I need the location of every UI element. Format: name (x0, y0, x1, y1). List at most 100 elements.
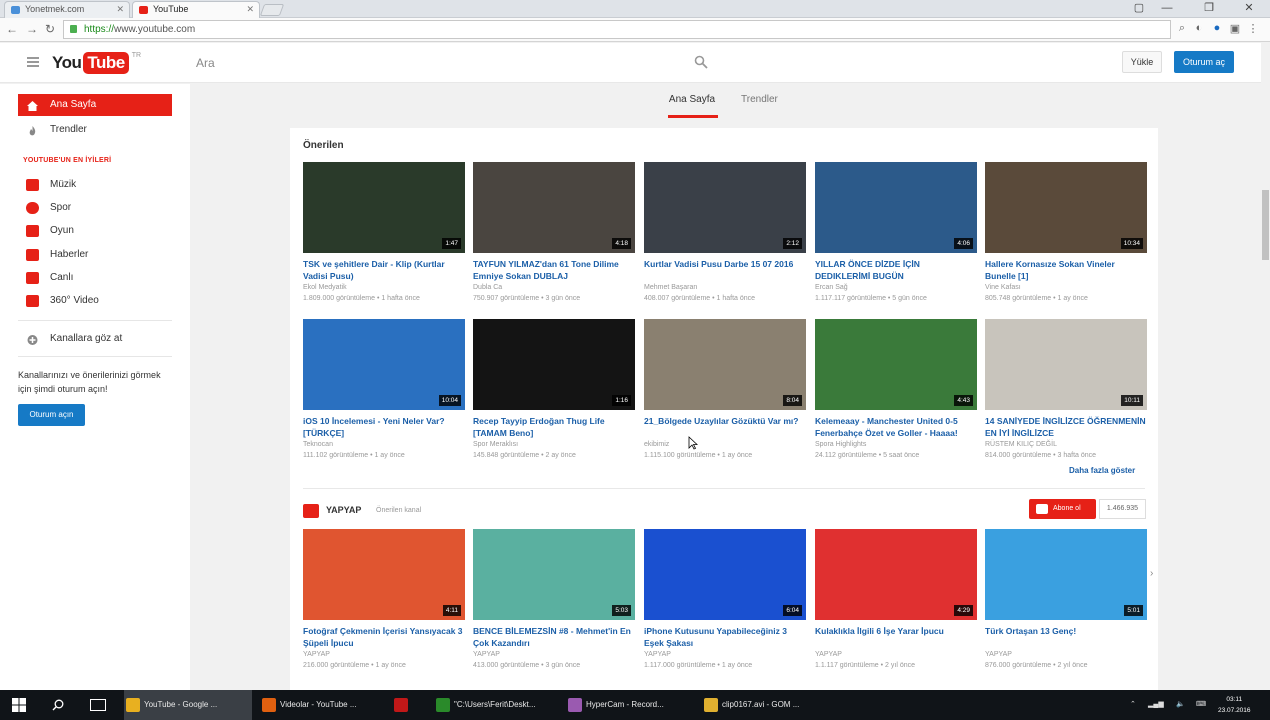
taskbar-app[interactable]: "C:\Users\Ferit\Deskt... (434, 690, 559, 720)
guide-menu-icon[interactable] (27, 57, 39, 67)
video-channel[interactable]: RÜSTEM KILIÇ DEĞİL (985, 441, 1057, 448)
video-card[interactable]: 4:18 TAYFUN YILMAZ'dan 61 Tone Dilime Emn… (473, 162, 635, 304)
video-title[interactable]: BENCE BİLEMEZSİN #8 - Mehmet'in En Çok K… (473, 625, 635, 649)
channel-avatar[interactable] (303, 504, 319, 518)
show-more-link[interactable]: Daha fazla göster (1069, 466, 1135, 475)
video-channel[interactable]: YAPYAP (985, 651, 1012, 658)
search-icon[interactable] (52, 699, 64, 711)
sidebar-item-music[interactable]: Müzik (18, 174, 172, 196)
page-scrollbar[interactable] (1261, 43, 1270, 690)
video-title[interactable]: YILLAR ÖNCE DİZDE İÇİN DEDIKLERİMİ BUGÜN (815, 258, 977, 282)
video-channel[interactable]: Spora Highlights (815, 441, 866, 448)
video-title[interactable]: Kurtlar Vadisi Pusu Darbe 15 07 2016 (644, 258, 806, 270)
video-thumbnail[interactable]: 10:34 (985, 162, 1147, 253)
video-thumbnail[interactable]: 6:04 (644, 529, 806, 620)
taskbar-app[interactable]: clip0167.avi - GOM ... (702, 690, 827, 720)
sidebar-item-live[interactable]: Canlı (18, 267, 172, 289)
video-title[interactable]: Türk Ortaşan 13 Genç! (985, 625, 1147, 637)
video-title[interactable]: TAYFUN YILMAZ'dan 61 Tone Dilime Emniye … (473, 258, 635, 282)
forward-icon[interactable]: → (24, 21, 40, 37)
video-title[interactable]: iOS 10 İncelemesi - Yeni Neler Var? [TÜR… (303, 415, 465, 439)
subscribe-button[interactable]: Abone ol (1029, 499, 1096, 519)
video-channel[interactable]: Mehmet Başaran (644, 284, 697, 291)
search-input[interactable]: Ara (190, 49, 720, 77)
close-tab-icon[interactable]: ✕ (116, 2, 124, 17)
video-title[interactable]: Kelemeaay - Manchester United 0-5 Fenerb… (815, 415, 977, 439)
minimize-icon[interactable]: — (1156, 0, 1178, 16)
video-channel[interactable]: YAPYAP (303, 651, 330, 658)
maximize-icon[interactable]: ❐ (1198, 0, 1220, 16)
video-thumbnail[interactable]: 2:12 (644, 162, 806, 253)
scrollbar-thumb[interactable] (1262, 190, 1269, 260)
video-title[interactable]: Hallere Kornasıze Sokan Vineler Bunelle … (985, 258, 1147, 282)
back-icon[interactable]: ← (4, 21, 20, 37)
network-icon[interactable]: ▂▄▆ (1148, 690, 1164, 720)
video-card[interactable]: 4:11 Fotoğraf Çekmenin İçerisi Yansıyacak… (303, 529, 465, 671)
sidebar-signin-button[interactable]: Oturum açın (18, 404, 85, 426)
video-thumbnail[interactable]: 5:03 (473, 529, 635, 620)
video-channel[interactable]: YAPYAP (644, 651, 671, 658)
signin-button[interactable]: Oturum aç (1174, 51, 1234, 73)
video-card[interactable]: 1:47 TSK ve şehitlere Dair - Klip (Kurtla… (303, 162, 465, 304)
browser-tab-youtube[interactable]: YouTube ✕ (132, 1, 260, 18)
video-card[interactable]: 4:43 Kelemeaay - Manchester United 0-5 Fe… (815, 319, 977, 461)
account-icon[interactable]: ● (1210, 22, 1224, 34)
video-card[interactable]: 5:03 BENCE BİLEMEZSİN #8 - Mehmet'in En Ç… (473, 529, 635, 671)
video-channel[interactable]: Vine Kafası (985, 284, 1021, 291)
video-title[interactable]: Recep Tayyip Erdoğan Thug Life [TAMAM Be… (473, 415, 635, 439)
sidebar-item-home[interactable]: Ana Sayfa (18, 94, 172, 116)
video-card[interactable]: 4:29 Kulaklıkla İlgili 6 İşe Yarar İpucu Y… (815, 529, 977, 671)
video-thumbnail[interactable]: 10:04 (303, 319, 465, 410)
taskbar-app[interactable]: Videolar - YouTube ... (260, 690, 385, 720)
taskbar-clock[interactable]: 03:11 23.07.2016 (1218, 694, 1251, 716)
taskbar-app[interactable] (392, 690, 422, 720)
task-view-icon[interactable] (90, 699, 106, 711)
zoom-icon[interactable]: ⌕ (1175, 22, 1189, 35)
sidebar-item-sports[interactable]: Spor (18, 197, 172, 219)
video-thumbnail[interactable]: 4:11 (303, 529, 465, 620)
upload-button[interactable]: Yükle (1122, 51, 1162, 73)
video-title[interactable]: iPhone Kutusunu Yapabileceğiniz 3 Eşek Ş… (644, 625, 806, 649)
shelf-next-arrow-icon[interactable]: › (1150, 568, 1153, 579)
video-channel[interactable]: YAPYAP (473, 651, 500, 658)
taskbar-app[interactable]: YouTube - Google ... (124, 690, 252, 720)
video-thumbnail[interactable]: 1:47 (303, 162, 465, 253)
youtube-logo[interactable]: You Tube TR (52, 52, 141, 74)
video-channel[interactable]: Ekol Medyatik (303, 284, 347, 291)
video-thumbnail[interactable]: 5:01 (985, 529, 1147, 620)
video-card[interactable]: 4:06 YILLAR ÖNCE DİZDE İÇİN DEDIKLERİMİ B… (815, 162, 977, 304)
sidebar-item-trending[interactable]: Trendler (18, 119, 172, 141)
video-title[interactable]: 14 SANİYEDE İNGİLİZCE ÖĞRENMENİN EN İYİ … (985, 415, 1147, 439)
video-card[interactable]: 6:04 iPhone Kutusunu Yapabileceğiniz 3 Eş… (644, 529, 806, 671)
tab-home[interactable]: Ana Sayfa (667, 90, 717, 110)
video-title[interactable]: 21_Bölgede Uzaylılar Gözüktü Var mı? (644, 415, 806, 427)
volume-icon[interactable]: 🔈 (1176, 690, 1185, 720)
video-title[interactable]: Fotoğraf Çekmenin İçerisi Yansıyacak 3 Ş… (303, 625, 465, 649)
video-thumbnail[interactable]: 8:04 (644, 319, 806, 410)
user-profile-icon[interactable]: ▢ (1128, 0, 1150, 16)
video-thumbnail[interactable]: 4:18 (473, 162, 635, 253)
video-thumbnail[interactable]: 10:11 (985, 319, 1147, 410)
video-channel[interactable]: Teknocan (303, 441, 333, 448)
video-thumbnail[interactable]: 4:06 (815, 162, 977, 253)
tray-chevron-icon[interactable]: ⌃ (1130, 690, 1136, 720)
video-title[interactable]: TSK ve şehitlere Dair - Klip (Kurtlar Va… (303, 258, 465, 282)
video-card[interactable]: 2:12 Kurtlar Vadisi Pusu Darbe 15 07 2016… (644, 162, 806, 304)
extension-icon[interactable]: ▣ (1228, 22, 1242, 35)
video-thumbnail[interactable]: 1:16 (473, 319, 635, 410)
close-tab-icon[interactable]: ✕ (246, 2, 254, 17)
sidebar-item-360-video[interactable]: 360° Video (18, 290, 172, 312)
video-channel[interactable]: Spor Meraklısı (473, 441, 518, 448)
video-channel[interactable]: YAPYAP (815, 651, 842, 658)
sidebar-item-news[interactable]: Haberler (18, 244, 172, 266)
video-thumbnail[interactable]: 4:43 (815, 319, 977, 410)
video-channel[interactable]: Ercan Sağ (815, 284, 848, 291)
video-card[interactable]: 10:04 iOS 10 İncelemesi - Yeni Neler Var?… (303, 319, 465, 461)
search-icon[interactable] (694, 55, 708, 69)
video-card[interactable]: 10:11 14 SANİYEDE İNGİLİZCE ÖĞRENMENİN EN… (985, 319, 1147, 461)
video-card[interactable]: 10:34 Hallere Kornasıze Sokan Vineler Bun… (985, 162, 1147, 304)
video-channel[interactable]: Dubla Ca (473, 284, 502, 291)
tab-trending[interactable]: Trendler (741, 90, 778, 110)
video-card[interactable]: 8:04 21_Bölgede Uzaylılar Gözüktü Var mı?… (644, 319, 806, 461)
video-card[interactable]: 5:01 Türk Ortaşan 13 Genç! YAPYAP 876.000 g… (985, 529, 1147, 671)
